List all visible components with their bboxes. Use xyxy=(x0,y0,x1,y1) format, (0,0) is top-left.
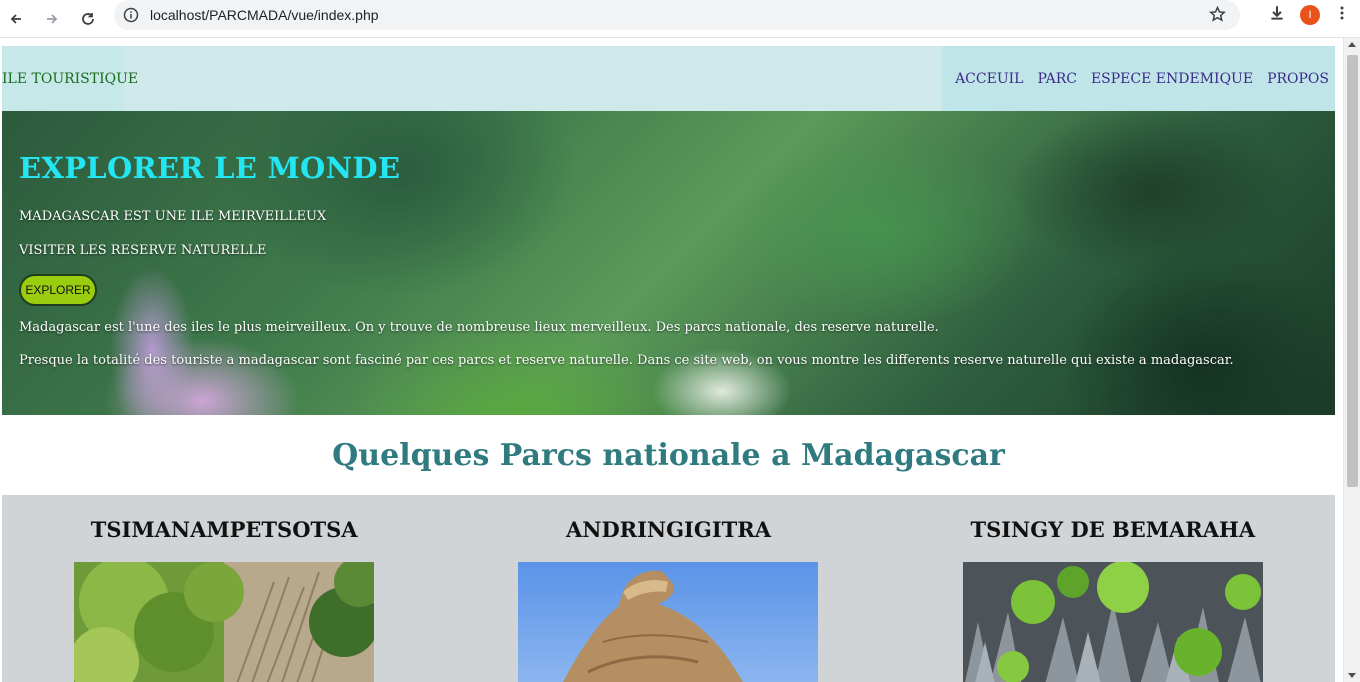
nav-link-parc[interactable]: PARC xyxy=(1037,71,1077,87)
park-card[interactable]: ANDRINGIGITRA xyxy=(446,495,890,682)
park-name: TSINGY DE BEMARAHA xyxy=(970,517,1256,542)
hero-title: EXPLORER LE MONDE xyxy=(19,151,401,185)
park-image-tsingy-de-bemaraha[interactable] xyxy=(962,562,1263,682)
nav-link-propos[interactable]: PROPOS xyxy=(1267,71,1329,87)
url-text[interactable]: localhost/PARCMADA/vue/index.php xyxy=(150,7,379,23)
parks-grid: TSIMANAMPETSOTSA ANDRINGIGITRA TSINGY DE… xyxy=(2,495,1335,682)
web-page: ILE TOURISTIQUE ACCEUIL PARC ESPECE ENDE… xyxy=(2,46,1335,682)
site-header: ILE TOURISTIQUE ACCEUIL PARC ESPECE ENDE… xyxy=(2,46,1335,111)
main-nav: ACCEUIL PARC ESPECE ENDEMIQUE PROPOS xyxy=(942,46,1335,111)
park-card[interactable]: TSIMANAMPETSOTSA xyxy=(2,495,446,682)
hero-subtitle: MADAGASCAR EST UNE ILE MEIRVEILLEUX xyxy=(19,209,327,224)
forward-icon[interactable] xyxy=(38,5,66,33)
park-image-tsimanampetsotsa[interactable] xyxy=(74,562,375,682)
nav-link-acceuil[interactable]: ACCEUIL xyxy=(955,71,1023,87)
hero-content: EXPLORER LE MONDE MADAGASCAR EST UNE ILE… xyxy=(19,151,1234,368)
scroll-down-arrow-icon[interactable] xyxy=(1348,673,1356,678)
park-image-andringigitra[interactable] xyxy=(518,562,819,682)
hero-subtitle-2: VISITER LES RESERVE NATURELLE xyxy=(19,243,267,258)
site-info-icon[interactable] xyxy=(122,6,140,24)
page-scrollbar[interactable] xyxy=(1343,38,1360,682)
menu-kebab-icon[interactable] xyxy=(1334,5,1350,25)
park-name: ANDRINGIGITRA xyxy=(565,517,772,542)
bookmark-star-icon[interactable] xyxy=(1209,5,1226,27)
park-card[interactable]: TSINGY DE BEMARAHA xyxy=(891,495,1335,682)
scrollbar-thumb[interactable] xyxy=(1347,55,1358,487)
back-icon[interactable] xyxy=(2,5,30,33)
explore-button[interactable]: EXPLORER xyxy=(19,274,97,306)
section-title: Quelques Parcs nationale a Madagascar xyxy=(332,437,1005,473)
address-bar[interactable]: localhost/PARCMADA/vue/index.php xyxy=(114,0,1240,30)
profile-avatar[interactable]: I xyxy=(1300,5,1320,25)
site-logo[interactable]: ILE TOURISTIQUE xyxy=(2,71,138,87)
scroll-up-arrow-icon[interactable] xyxy=(1348,42,1356,47)
park-name: TSIMANAMPETSOTSA xyxy=(90,517,358,542)
nav-link-espece-endemique[interactable]: ESPECE ENDEMIQUE xyxy=(1091,71,1253,87)
hero-banner: EXPLORER LE MONDE MADAGASCAR EST UNE ILE… xyxy=(2,111,1335,415)
hero-paragraph: Madagascar est l'une des iles le plus me… xyxy=(19,320,939,335)
browser-toolbar: localhost/PARCMADA/vue/index.php I xyxy=(0,0,1360,38)
hero-paragraph-2: Presque la totalité des touriste a madag… xyxy=(19,353,1234,368)
download-icon[interactable] xyxy=(1268,4,1286,26)
reload-icon[interactable] xyxy=(74,5,102,33)
